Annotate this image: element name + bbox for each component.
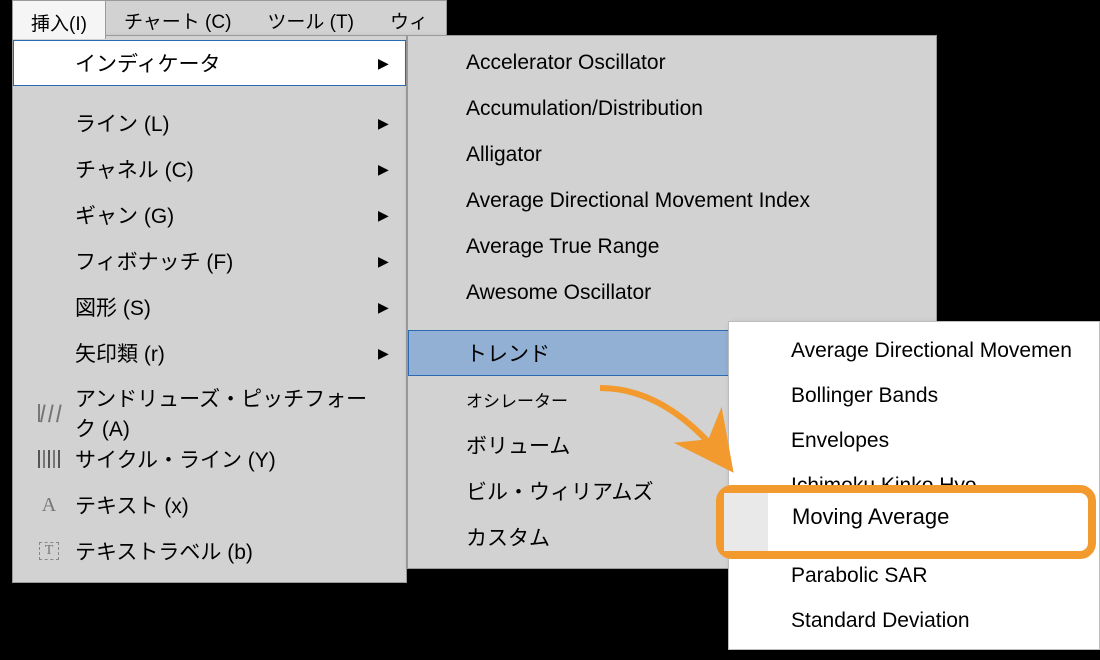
trend-adx-label: Average Directional Movemen [791, 339, 1099, 363]
indicator-accelerator-label: Accelerator Oscillator [466, 51, 936, 75]
text-icon: A [27, 494, 71, 517]
submenu-arrow-icon: ▶ [378, 115, 406, 132]
menubar-tools[interactable]: ツール (T) [249, 1, 372, 36]
menubar-chart[interactable]: チャート (C) [106, 1, 249, 36]
indicator-adx-label: Average Directional Movement Index [466, 189, 936, 213]
indicator-accdist-label: Accumulation/Distribution [466, 97, 936, 121]
menubar-chart-label: チャート (C) [124, 7, 231, 34]
menu-gann[interactable]: ギャン (G) ▶ [13, 192, 406, 238]
menu-shapes[interactable]: 図形 (S) ▶ [13, 284, 406, 330]
menu-line-label: ライン (L) [71, 108, 378, 138]
callout-highlight-text: Moving Average [792, 504, 949, 530]
menubar-insert[interactable]: 挿入(I) [13, 1, 106, 39]
submenu-arrow-icon: ▶ [378, 207, 406, 224]
menubar-window-label: ウィ [390, 7, 428, 34]
indicator-accdist[interactable]: Accumulation/Distribution [408, 86, 936, 132]
submenu-arrow-icon: ▶ [378, 299, 406, 316]
trend-bollinger-label: Bollinger Bands [791, 384, 1099, 408]
menubar-window[interactable]: ウィ [372, 1, 446, 36]
insert-menu: インディケータ ▶ ライン (L) ▶ チャネル (C) ▶ ギャン (G) ▶… [12, 35, 407, 583]
indicator-accelerator[interactable]: Accelerator Oscillator [408, 40, 936, 86]
indicator-atr-label: Average True Range [466, 235, 936, 259]
menu-shapes-label: 図形 (S) [71, 292, 378, 322]
menu-fibonacci-label: フィボナッチ (F) [71, 246, 378, 276]
menubar-insert-label: 挿入(I) [31, 9, 87, 36]
indicator-alligator-label: Alligator [466, 143, 936, 167]
menu-fibonacci[interactable]: フィボナッチ (F) ▶ [13, 238, 406, 284]
trend-envelopes[interactable]: Envelopes [729, 418, 1099, 463]
menu-textlabel-label: テキストラベル (b) [71, 536, 378, 566]
submenu-arrow-icon: ▶ [378, 253, 406, 270]
menu-text[interactable]: A テキスト (x) [13, 482, 406, 528]
indicator-alligator[interactable]: Alligator [408, 132, 936, 178]
menu-text-label: テキスト (x) [71, 490, 378, 520]
menu-arrows[interactable]: 矢印類 (r) ▶ [13, 330, 406, 376]
menu-pitchfork[interactable]: アンドリューズ・ピッチフォーク (A) [13, 390, 406, 436]
text-label-icon: T [27, 542, 71, 560]
submenu-arrow-icon: ▶ [378, 345, 406, 362]
menu-gann-label: ギャン (G) [71, 200, 378, 230]
trend-bollinger[interactable]: Bollinger Bands [729, 373, 1099, 418]
trend-adx[interactable]: Average Directional Movemen [729, 328, 1099, 373]
trend-parabolic[interactable]: Parabolic SAR [729, 553, 1099, 598]
menu-textlabel[interactable]: T テキストラベル (b) [13, 528, 406, 574]
trend-ichimoku-label: Ichimoku Kinko Hyo [791, 474, 1099, 498]
menu-pitchfork-label: アンドリューズ・ピッチフォーク (A) [71, 383, 378, 443]
indicator-awesome[interactable]: Awesome Oscillator [408, 270, 936, 316]
trend-stddev-label: Standard Deviation [791, 609, 1099, 633]
indicator-awesome-label: Awesome Oscillator [466, 281, 936, 305]
menu-line[interactable]: ライン (L) ▶ [13, 100, 406, 146]
menu-cycle-label: サイクル・ライン (Y) [71, 444, 378, 474]
cycle-lines-icon [27, 450, 71, 468]
menu-indicators-label: インディケータ [71, 48, 378, 78]
trend-envelopes-label: Envelopes [791, 429, 1099, 453]
menubar-tools-label: ツール (T) [267, 7, 354, 34]
submenu-arrow-icon: ▶ [378, 161, 406, 178]
menu-channel-label: チャネル (C) [71, 154, 378, 184]
trend-submenu: Average Directional Movemen Bollinger Ba… [728, 321, 1100, 650]
pitchfork-icon [27, 404, 71, 422]
trend-parabolic-label: Parabolic SAR [791, 564, 1099, 588]
menu-channel[interactable]: チャネル (C) ▶ [13, 146, 406, 192]
menu-arrows-label: 矢印類 (r) [71, 338, 378, 368]
trend-ichimoku[interactable]: Ichimoku Kinko Hyo [729, 463, 1099, 508]
indicator-atr[interactable]: Average True Range [408, 224, 936, 270]
menubar: 挿入(I) チャート (C) ツール (T) ウィ [12, 0, 447, 36]
indicator-adx[interactable]: Average Directional Movement Index [408, 178, 936, 224]
menu-indicators[interactable]: インディケータ ▶ [13, 40, 406, 86]
submenu-arrow-icon: ▶ [378, 55, 406, 72]
trend-stddev[interactable]: Standard Deviation [729, 598, 1099, 643]
